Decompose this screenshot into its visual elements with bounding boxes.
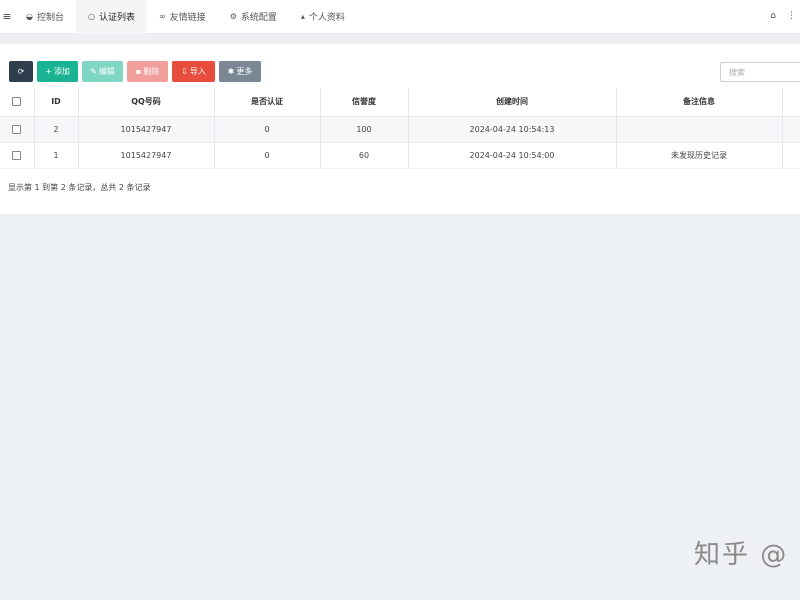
edit-label: 编辑 (98, 67, 115, 76)
tab-label: 友情链接 (169, 13, 206, 23)
toolbar: ⟳ + 添加 ✎ 编辑 ▪ 删除 ⇩ 导入 ✱ 更多 (9, 61, 261, 82)
table-row[interactable]: 1 1015427947 0 60 2024-04-24 10:54:00 未发… (0, 142, 800, 169)
cell-credit: 60 (320, 142, 409, 169)
gear-icon: ⚙ (229, 12, 237, 21)
column-header[interactable]: 创建时间 (408, 88, 617, 117)
more-label: 更多 (236, 67, 253, 76)
add-button[interactable]: + 添加 (37, 61, 78, 82)
import-button[interactable]: ⇩ 导入 (172, 61, 215, 82)
column-header[interactable]: 是否认证 (214, 88, 321, 117)
tab-label: 个人资料 (308, 13, 345, 23)
circle-icon: ○ (88, 12, 95, 21)
row-select-cell[interactable] (0, 142, 35, 169)
column-header[interactable]: 备注信息 (616, 88, 783, 117)
tab-friend-links[interactable]: ∞ 友情链接 (147, 0, 218, 34)
tab-auth-list[interactable]: ○ 认证列表 (76, 0, 147, 34)
select-all-checkbox[interactable] (12, 97, 22, 107)
content-panel: ⟳ + 添加 ✎ 编辑 ▪ 删除 ⇩ 导入 ✱ 更多 搜索 ID QQ号码 是否… (0, 44, 800, 214)
cell-created: 2024-04-24 10:54:00 (408, 142, 617, 169)
upload-icon: ⇩ (181, 67, 188, 76)
import-label: 导入 (189, 67, 206, 76)
cell-verified: 0 (214, 142, 321, 169)
refresh-icon: ⟳ (17, 67, 25, 76)
top-nav: ≡ ◒ 控制台 ○ 认证列表 ∞ 友情链接 ⚙ 系统配置 ▴ 个人资料 ⌂ ⋮ (0, 0, 800, 34)
watermark: 知乎 @ (694, 540, 789, 570)
tab-profile[interactable]: ▴ 个人资料 (289, 0, 357, 34)
search-input[interactable]: 搜索 (720, 62, 800, 82)
cell-remark (616, 116, 783, 143)
user-icon: ▴ (300, 12, 305, 21)
refresh-button[interactable]: ⟳ (9, 61, 33, 82)
cell-actions (782, 142, 800, 169)
table-header-row: ID QQ号码 是否认证 信誉度 创建时间 备注信息 (0, 88, 800, 117)
cog-icon: ✱ (227, 67, 235, 76)
delete-button[interactable]: ▪ 删除 (127, 61, 168, 82)
menu-toggle-icon[interactable]: ≡ (0, 0, 14, 34)
dashboard-icon: ◒ (26, 12, 33, 21)
tab-system-config[interactable]: ⚙ 系统配置 (218, 0, 289, 34)
plus-icon: + (45, 67, 52, 76)
cell-created: 2024-04-24 10:54:13 (408, 116, 617, 143)
table-row[interactable]: 2 1015427947 0 100 2024-04-24 10:54:13 (0, 116, 800, 143)
pencil-icon: ✎ (90, 67, 97, 76)
column-header[interactable]: QQ号码 (78, 88, 215, 117)
more-button[interactable]: ✱ 更多 (219, 61, 261, 82)
select-all-cell[interactable] (0, 88, 35, 117)
column-header[interactable]: 信誉度 (320, 88, 409, 117)
cell-qq: 1015427947 (78, 142, 215, 169)
tab-label: 认证列表 (98, 13, 135, 23)
edit-button[interactable]: ✎ 编辑 (82, 61, 123, 82)
cell-id: 2 (34, 116, 79, 143)
cell-actions (782, 116, 800, 143)
pagination-info: 显示第 1 到第 2 条记录，总共 2 条记录 (8, 183, 151, 192)
add-label: 添加 (53, 67, 70, 76)
more-menu-icon[interactable]: ⋮ (787, 11, 796, 21)
cell-verified: 0 (214, 116, 321, 143)
cell-remark: 未发现历史记录 (616, 142, 783, 169)
tab-label: 系统配置 (240, 13, 277, 23)
data-table: ID QQ号码 是否认证 信誉度 创建时间 备注信息 2 1015427947 … (0, 88, 800, 169)
row-checkbox[interactable] (12, 124, 22, 134)
tab-dashboard[interactable]: ◒ 控制台 (14, 0, 76, 34)
cell-id: 1 (34, 142, 79, 169)
trash-icon: ▪ (135, 67, 142, 76)
column-header[interactable]: ID (34, 88, 79, 117)
column-header-actions (782, 88, 800, 117)
cell-credit: 100 (320, 116, 409, 143)
tab-label: 控制台 (36, 13, 64, 23)
cell-qq: 1015427947 (78, 116, 215, 143)
row-checkbox[interactable] (12, 150, 22, 160)
link-icon: ∞ (159, 12, 166, 21)
row-select-cell[interactable] (0, 116, 35, 143)
home-icon[interactable]: ⌂ (770, 11, 776, 21)
delete-label: 删除 (143, 67, 160, 76)
